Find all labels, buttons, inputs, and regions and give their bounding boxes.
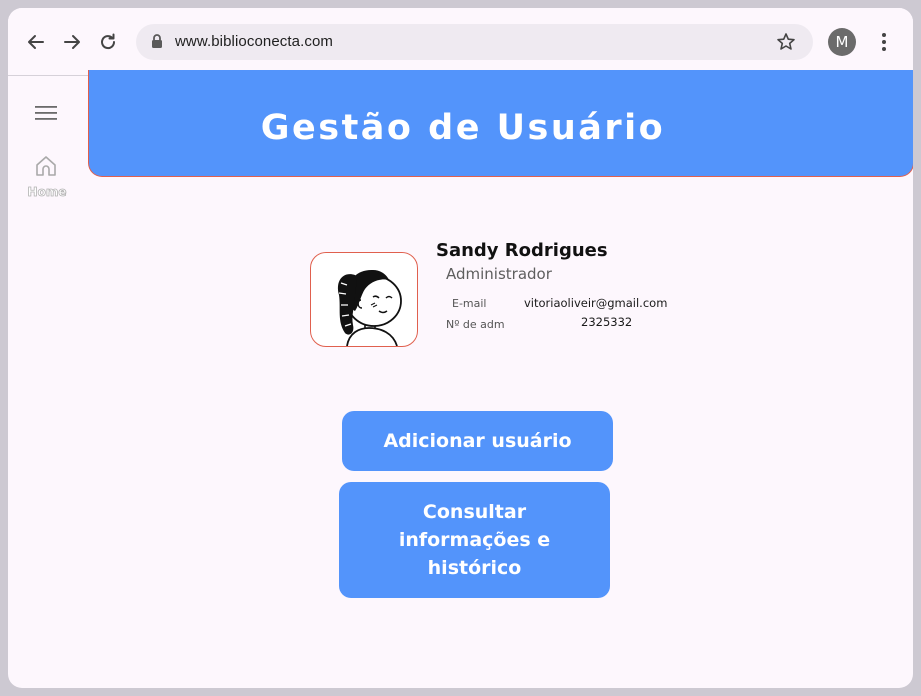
back-arrow-icon: [28, 35, 44, 49]
back-button[interactable]: [22, 28, 50, 56]
reload-button[interactable]: [94, 28, 122, 56]
user-illustration-icon: [337, 269, 402, 346]
forward-button[interactable]: [58, 28, 86, 56]
page-title: Gestão de Usuário: [260, 108, 666, 148]
profile-avatar-button[interactable]: M: [828, 28, 856, 56]
add-user-button[interactable]: Adicionar usuário: [342, 411, 613, 471]
lock-icon: [152, 34, 162, 48]
kebab-menu-icon[interactable]: [874, 30, 894, 54]
email-label: E-mail: [452, 297, 487, 310]
hamburger-menu-icon[interactable]: [35, 105, 57, 121]
url-text: www.biblioconecta.com: [175, 33, 334, 50]
home-label: Home: [27, 185, 67, 200]
consult-history-button[interactable]: Consultar informações e histórico: [339, 482, 610, 598]
address-bar[interactable]: www.biblioconecta.com: [136, 24, 813, 60]
user-name: Sandy Rodrigues: [436, 240, 608, 261]
page-header-banner: Gestão de Usuário: [88, 70, 913, 177]
browser-toolbar: www.biblioconecta.com M: [8, 8, 913, 76]
avatar: [310, 252, 418, 347]
user-role: Administrador: [446, 265, 552, 283]
home-icon: [36, 156, 56, 176]
star-icon[interactable]: [776, 32, 796, 52]
forward-arrow-icon: [64, 35, 80, 49]
browser-window: www.biblioconecta.com M Home Gestão de U…: [8, 8, 913, 688]
adm-number-label: Nº de adm: [446, 318, 505, 331]
email-value: vitoriaoliveir@gmail.com: [524, 296, 668, 310]
reload-icon: [101, 33, 116, 50]
adm-number-value: 2325332: [581, 315, 633, 329]
